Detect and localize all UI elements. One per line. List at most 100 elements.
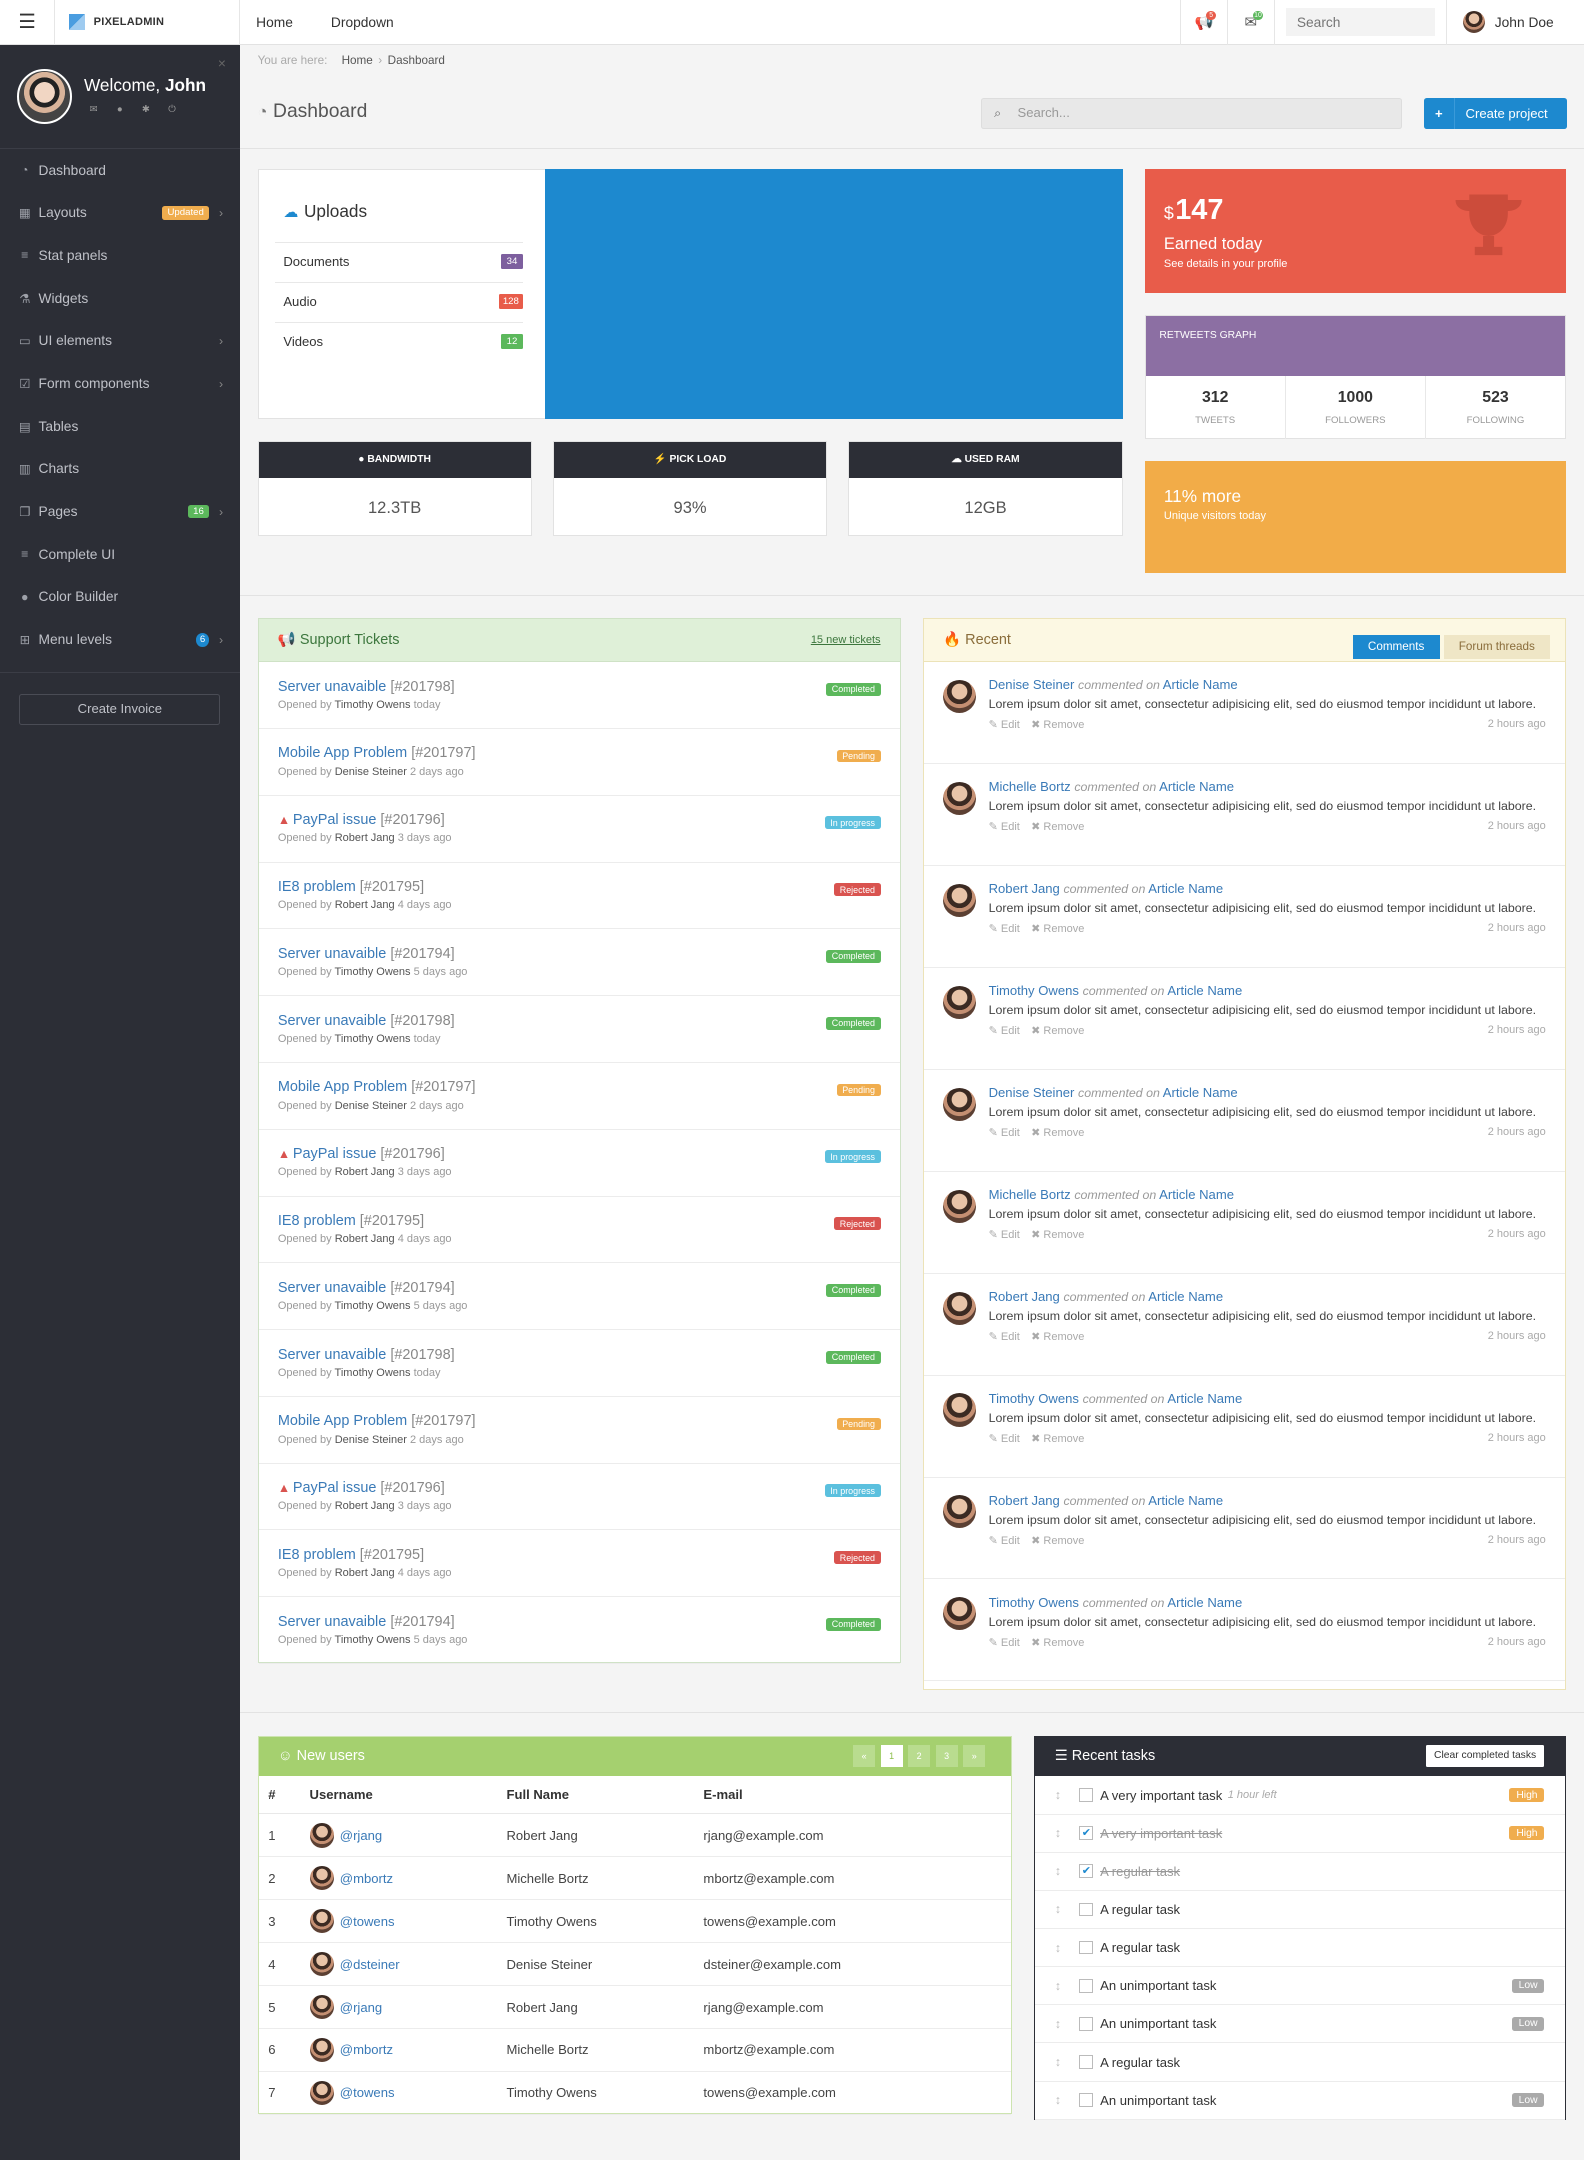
ticket-name[interactable]: IE8 problem <box>278 1547 356 1563</box>
page-button[interactable]: 1 <box>880 1744 903 1767</box>
comment-author[interactable]: Michelle Bortz <box>989 1187 1071 1202</box>
remove-link[interactable]: Remove <box>1043 1331 1084 1343</box>
remove-link[interactable]: Remove <box>1043 1535 1084 1547</box>
drag-handle-icon[interactable]: ↕ <box>1055 1979 1080 1993</box>
page-button[interactable]: « <box>853 1744 876 1767</box>
comment-author[interactable]: Timothy Owens <box>989 1391 1079 1406</box>
gear-icon[interactable]: ✱ <box>136 102 155 119</box>
drag-handle-icon[interactable]: ↕ <box>1055 2055 1080 2069</box>
sidebar-item-layouts[interactable]: ▦ Layouts Updated › <box>0 191 240 234</box>
ticket-name[interactable]: PayPal issue <box>293 812 377 828</box>
ticket-row[interactable]: Mobile App Problem [#201797] Opened by De… <box>258 729 900 796</box>
comment-author[interactable]: Robert Jang <box>989 1493 1060 1508</box>
remove-link[interactable]: Remove <box>1043 821 1084 833</box>
ticket-name[interactable]: PayPal issue <box>293 1146 377 1162</box>
drag-handle-icon[interactable]: ↕ <box>1055 1941 1080 1955</box>
article-link[interactable]: Article Name <box>1148 1493 1223 1508</box>
breadcrumb-home[interactable]: Home <box>342 54 373 67</box>
ticket-name[interactable]: Server unavaible <box>278 1614 386 1630</box>
new-tickets-link[interactable]: 15 new tickets <box>811 619 881 662</box>
username-link[interactable]: @towens <box>309 2080 497 2106</box>
article-link[interactable]: Article Name <box>1148 1289 1223 1304</box>
task-checkbox[interactable] <box>1079 1940 1094 1955</box>
article-link[interactable]: Article Name <box>1159 779 1234 794</box>
sidebar-item-menu-levels[interactable]: ⊞ Menu levels 6 › <box>0 618 240 661</box>
article-link[interactable]: Article Name <box>1163 677 1238 692</box>
ticket-row[interactable]: Server unavaible [#201794] Opened by Timo… <box>258 1597 900 1665</box>
user-icon[interactable]: ● <box>110 102 129 119</box>
username-link[interactable]: @towens <box>309 1908 497 1934</box>
earned-detail[interactable]: See details in your profile <box>1164 258 1288 270</box>
drag-handle-icon[interactable]: ↕ <box>1055 1864 1080 1878</box>
ticket-row[interactable]: Server unavaible [#201798] Opened by Timo… <box>258 1330 900 1397</box>
ticket-row[interactable]: IE8 problem [#201795] Opened by Robert Ja… <box>258 1197 900 1264</box>
task-checkbox[interactable] <box>1079 2055 1094 2069</box>
edit-link[interactable]: Edit <box>1001 1637 1020 1649</box>
edit-link[interactable]: Edit <box>1001 1127 1020 1139</box>
ticket-row[interactable]: Server unavaible [#201798] Opened by Timo… <box>258 996 900 1063</box>
ticket-name[interactable]: Server unavaible <box>278 1013 386 1029</box>
envelope-icon[interactable]: ✉ <box>84 102 103 119</box>
task-checkbox[interactable]: ✔ <box>1079 1864 1094 1879</box>
article-link[interactable]: Article Name <box>1167 983 1242 998</box>
envelope-icon[interactable]: ✉ 10 <box>1226 0 1274 45</box>
ticket-name[interactable]: Mobile App Problem <box>278 1413 407 1429</box>
table-row[interactable]: 7 @towens Timothy Owens towens@example.com <box>258 2071 1012 2115</box>
edit-link[interactable]: Edit <box>1001 1025 1020 1037</box>
task-checkbox[interactable] <box>1079 2093 1094 2108</box>
edit-link[interactable]: Edit <box>1001 923 1020 935</box>
close-icon[interactable]: × <box>218 56 226 71</box>
comment-author[interactable]: Timothy Owens <box>989 1595 1079 1610</box>
sidebar-item-color-builder[interactable]: ● Color Builder <box>0 576 240 619</box>
comment-author[interactable]: Denise Steiner <box>989 677 1075 692</box>
comment-author[interactable]: Robert Jang <box>989 1289 1060 1304</box>
drag-handle-icon[interactable]: ↕ <box>1055 1902 1080 1916</box>
remove-link[interactable]: Remove <box>1043 923 1084 935</box>
app-logo[interactable]: PIXELADMIN <box>55 0 240 45</box>
user-menu[interactable]: John Doe <box>1445 0 1584 45</box>
sidebar-item-complete-ui[interactable]: ≡ Complete UI <box>0 533 240 576</box>
remove-link[interactable]: Remove <box>1043 1127 1084 1139</box>
comment-author[interactable]: Michelle Bortz <box>989 779 1071 794</box>
sidebar-item-dashboard[interactable]: ◔ Dashboard <box>0 149 240 192</box>
task-checkbox[interactable] <box>1079 1978 1094 1993</box>
tab-comments[interactable]: Comments <box>1352 634 1440 660</box>
ticket-row[interactable]: IE8 problem [#201795] Opened by Robert Ja… <box>258 863 900 930</box>
create-invoice-button[interactable]: Create Invoice <box>19 693 221 726</box>
ticket-row[interactable]: ▲ PayPal issue [#201796] Opened by Robert … <box>258 1130 900 1197</box>
remove-link[interactable]: Remove <box>1043 719 1084 731</box>
remove-link[interactable]: Remove <box>1043 1229 1084 1241</box>
ticket-row[interactable]: ▲ PayPal issue [#201796] Opened by Robert … <box>258 796 900 863</box>
comment-author[interactable]: Robert Jang <box>989 881 1060 896</box>
remove-link[interactable]: Remove <box>1043 1433 1084 1445</box>
sidebar-item-widgets[interactable]: ⚗ Widgets <box>0 277 240 320</box>
megaphone-icon[interactable]: 📢 5 <box>1180 0 1227 45</box>
upload-row[interactable]: Audio 128 <box>275 281 523 321</box>
edit-link[interactable]: Edit <box>1001 1229 1020 1241</box>
ticket-name[interactable]: IE8 problem <box>278 879 356 895</box>
top-search-input[interactable] <box>1285 8 1435 36</box>
ticket-name[interactable]: Server unavaible <box>278 679 386 695</box>
edit-link[interactable]: Edit <box>1001 1433 1020 1445</box>
ticket-row[interactable]: Server unavaible [#201798] Opened by Timo… <box>258 662 900 729</box>
tab-forum-threads[interactable]: Forum threads <box>1443 634 1550 660</box>
nav-home[interactable]: Home <box>240 0 310 45</box>
article-link[interactable]: Article Name <box>1167 1595 1242 1610</box>
table-row[interactable]: 4 @dsteiner Denise Steiner dsteiner@example… <box>258 1942 1012 1987</box>
sidebar-item-stat-panels[interactable]: ≡ Stat panels <box>0 234 240 277</box>
drag-handle-icon[interactable]: ↕ <box>1055 1788 1080 1802</box>
sidebar-item-charts[interactable]: ▥ Charts <box>0 448 240 491</box>
nav-dropdown[interactable]: Dropdown <box>314 0 410 45</box>
remove-link[interactable]: Remove <box>1043 1637 1084 1649</box>
table-row[interactable]: 3 @towens Timothy Owens towens@example.com <box>258 1899 1012 1944</box>
create-project-button[interactable]: + Create project <box>1424 97 1568 130</box>
ticket-name[interactable]: Server unavaible <box>278 1347 386 1363</box>
username-link[interactable]: @dsteiner <box>309 1951 497 1977</box>
page-button[interactable]: 3 <box>935 1744 958 1767</box>
article-link[interactable]: Article Name <box>1148 881 1223 896</box>
upload-row[interactable]: Documents 34 <box>275 242 523 281</box>
table-row[interactable]: 6 @mbortz Michelle Bortz mbortz@example.com <box>258 2028 1012 2072</box>
ticket-name[interactable]: Mobile App Problem <box>278 745 407 761</box>
upload-row[interactable]: Videos 12 <box>275 321 523 361</box>
article-link[interactable]: Article Name <box>1167 1391 1242 1406</box>
